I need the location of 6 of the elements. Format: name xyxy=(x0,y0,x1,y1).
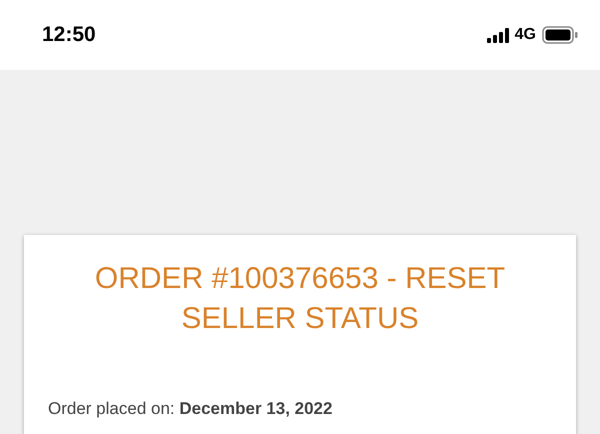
battery-icon xyxy=(542,26,578,44)
order-title: ORDER #100376653 - RESET SELLER STATUS xyxy=(94,261,506,337)
signal-icon xyxy=(486,28,509,42)
order-date: Order placed on: December 13, 2022 xyxy=(48,399,334,419)
status-time: 12:50 xyxy=(42,23,96,47)
network-label: 4G xyxy=(514,26,536,44)
